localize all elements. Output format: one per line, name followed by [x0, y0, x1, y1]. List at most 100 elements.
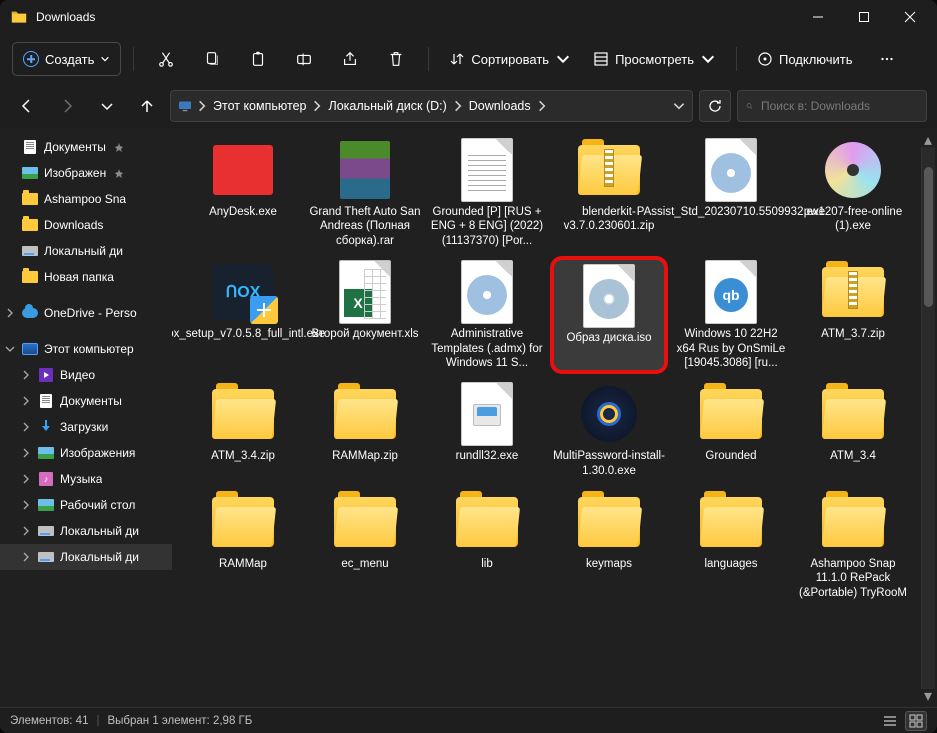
file-item[interactable]: RAMMap: [184, 486, 302, 604]
sidebar-thispc[interactable]: Этот компьютер: [0, 336, 172, 362]
close-button[interactable]: [887, 0, 933, 34]
file-item[interactable]: Grounded [P] [RUS + ENG + 8 ENG] (2022) …: [428, 134, 546, 252]
sidebar-item[interactable]: Локальный ди: [0, 544, 172, 570]
search-icon: [746, 99, 753, 113]
sidebar-item[interactable]: Downloads: [0, 212, 172, 238]
delete-button[interactable]: [376, 42, 416, 76]
paste-button[interactable]: [238, 42, 278, 76]
rename-button[interactable]: [284, 42, 324, 76]
torrent-icon: [450, 138, 524, 202]
sidebar-item[interactable]: Новая папка: [0, 264, 172, 290]
cd-icon: [816, 138, 890, 202]
file-item[interactable]: AnyDesk.exe: [184, 134, 302, 252]
chevron-right-icon: [4, 307, 16, 319]
refresh-button[interactable]: [699, 90, 731, 122]
sidebar-item-label: Этот компьютер: [44, 342, 134, 356]
scroll-up-icon[interactable]: ▴: [921, 133, 935, 147]
file-item[interactable]: ATM_3.7.zip: [794, 256, 912, 374]
file-label: Administrative Templates (.admx) for Win…: [430, 327, 544, 370]
file-item[interactable]: Образ диска.iso: [550, 256, 668, 374]
plus-icon: [23, 51, 39, 67]
file-label: RAMMap.zip: [332, 449, 398, 463]
file-item[interactable]: lib: [428, 486, 546, 604]
file-item[interactable]: rundll32.exe: [428, 378, 546, 482]
new-label: Создать: [45, 52, 94, 67]
sidebar-item[interactable]: Локальный ди: [0, 518, 172, 544]
maximize-button[interactable]: [841, 0, 887, 34]
file-item[interactable]: PAssist_Std_20230710.5509932.exe: [672, 134, 790, 252]
sidebar-item-label: Изображения: [60, 446, 135, 460]
sidebar-item-label: Downloads: [44, 218, 103, 232]
file-item[interactable]: MultiPassword-install-1.30.0.exe: [550, 378, 668, 482]
file-item[interactable]: ATM_3.4.zip: [184, 378, 302, 482]
breadcrumb-item[interactable]: Downloads: [465, 99, 535, 113]
file-item[interactable]: Grounded: [672, 378, 790, 482]
sidebar-item[interactable]: Видео: [0, 362, 172, 388]
file-item[interactable]: Ashampoo Snap 11.1.0 RePack (&Portable) …: [794, 486, 912, 604]
folder-icon: [22, 269, 38, 285]
pin-icon: [114, 168, 124, 178]
file-item[interactable]: qbWindows 10 22H2 x64 Rus by OnSmiLe [19…: [672, 256, 790, 374]
file-item[interactable]: Grand Theft Auto San Andreas (Полная сбо…: [306, 134, 424, 252]
details-view-button[interactable]: [879, 711, 901, 731]
scroll-down-icon[interactable]: ▾: [921, 689, 935, 703]
file-item[interactable]: ec_menu: [306, 486, 424, 604]
cut-button[interactable]: [146, 42, 186, 76]
forward-button[interactable]: [50, 89, 84, 123]
icons-view-button[interactable]: [905, 711, 927, 731]
scroll-thumb[interactable]: [924, 167, 933, 307]
sidebar-item[interactable]: Загрузки: [0, 414, 172, 440]
sidebar-onedrive[interactable]: OneDrive - Perso: [0, 300, 172, 326]
sort-icon: [449, 51, 465, 67]
sidebar[interactable]: ДокументыИзображенAshampoo SnaDownloadsЛ…: [0, 128, 172, 707]
back-button[interactable]: [10, 89, 44, 123]
sidebar-item-label: Локальный ди: [60, 550, 139, 564]
file-item[interactable]: RAMMap.zip: [306, 378, 424, 482]
sidebar-item[interactable]: Документы: [0, 134, 172, 160]
file-item[interactable]: XВторой документ.xls: [306, 256, 424, 374]
sort-button[interactable]: Сортировать: [441, 42, 579, 76]
file-label: keymaps: [586, 557, 632, 571]
breadcrumb-item[interactable]: Этот компьютер: [209, 99, 310, 113]
file-pane[interactable]: AnyDesk.exeGrand Theft Auto San Andreas …: [172, 128, 937, 707]
minimize-button[interactable]: [795, 0, 841, 34]
copy-button[interactable]: [192, 42, 232, 76]
sidebar-item[interactable]: ♪Музыка: [0, 466, 172, 492]
address-row: Этот компьютер Локальный диск (D:) Downl…: [0, 84, 937, 128]
breadcrumb-item[interactable]: Локальный диск (D:): [324, 99, 450, 113]
file-item[interactable]: Administrative Templates (.admx) for Win…: [428, 256, 546, 374]
new-button[interactable]: Создать: [12, 42, 121, 76]
folder-icon: [694, 382, 768, 446]
more-button[interactable]: [867, 42, 907, 76]
file-item[interactable]: ATM_3.4: [794, 378, 912, 482]
file-label: Образ диска.iso: [566, 331, 651, 345]
sidebar-item[interactable]: Документы: [0, 388, 172, 414]
sidebar-item[interactable]: Рабочий стол: [0, 492, 172, 518]
file-item[interactable]: pw1207-free-online (1).exe: [794, 134, 912, 252]
sidebar-item[interactable]: Изображен: [0, 160, 172, 186]
chevron-down-icon[interactable]: [672, 99, 686, 113]
zip-icon: [816, 260, 890, 324]
sidebar-item-label: Локальный ди: [60, 524, 139, 538]
view-button[interactable]: Просмотреть: [585, 42, 724, 76]
file-item[interactable]: languages: [672, 486, 790, 604]
file-label: ATM_3.4.zip: [211, 449, 275, 463]
up-button[interactable]: [130, 89, 164, 123]
search-input[interactable]: [759, 98, 918, 114]
sidebar-item[interactable]: Ashampoo Sna: [0, 186, 172, 212]
chevron-right-icon: [195, 99, 209, 113]
file-item[interactable]: blenderkit-v3.7.0.230601.zip: [550, 134, 668, 252]
share-button[interactable]: [330, 42, 370, 76]
recent-button[interactable]: [90, 89, 124, 123]
file-item[interactable]: ՈOXnox_setup_v7.0.5.8_full_intl.exe: [184, 256, 302, 374]
rar-icon: [328, 138, 402, 202]
file-item[interactable]: keymaps: [550, 486, 668, 604]
sidebar-item[interactable]: Локальный ди: [0, 238, 172, 264]
vertical-scrollbar[interactable]: ▴ ▾: [921, 133, 935, 703]
picture-icon: [38, 445, 54, 461]
sidebar-item[interactable]: Изображения: [0, 440, 172, 466]
exe-icon: [450, 382, 524, 446]
mount-button[interactable]: Подключить: [749, 42, 861, 76]
breadcrumb[interactable]: Этот компьютер Локальный диск (D:) Downl…: [170, 90, 693, 122]
search-box[interactable]: [737, 90, 927, 122]
